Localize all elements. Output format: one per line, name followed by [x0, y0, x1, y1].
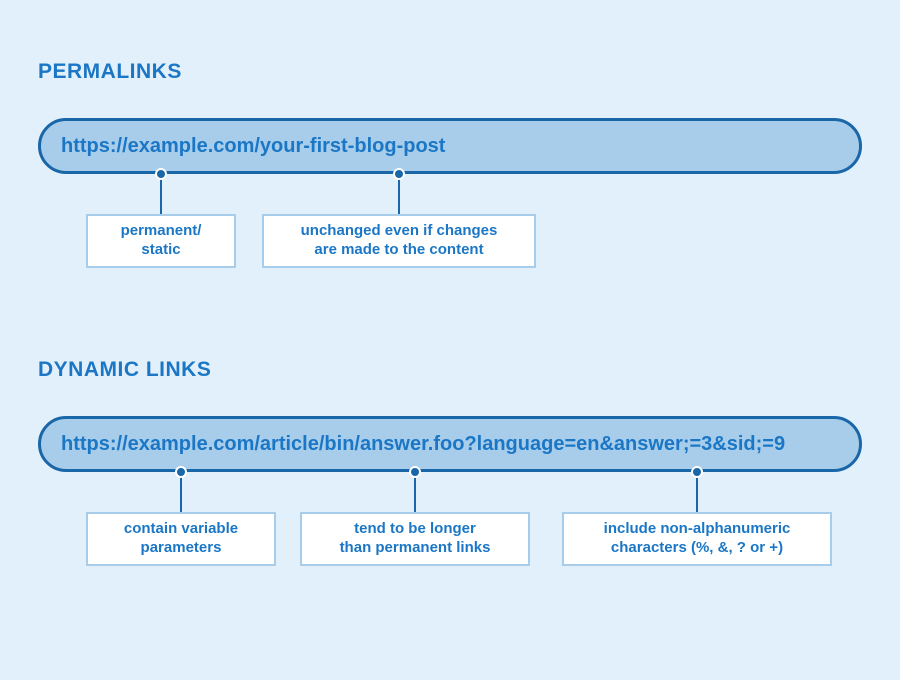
dynamic-heading: DYNAMIC LINKS	[38, 358, 211, 382]
connector-line	[180, 472, 182, 512]
connector-line	[398, 174, 400, 214]
connector-dot	[175, 466, 187, 478]
connector-line	[696, 472, 698, 512]
permalinks-annotation-2: unchanged even if changesare made to the…	[262, 214, 536, 268]
connector-dot	[409, 466, 421, 478]
dynamic-annotation-1: contain variableparameters	[86, 512, 276, 566]
dynamic-url-text: https://example.com/article/bin/answer.f…	[61, 433, 785, 456]
permalinks-url-text: https://example.com/your-first-blog-post	[61, 135, 445, 158]
dynamic-annotation-2: tend to be longerthan permanent links	[300, 512, 530, 566]
connector-line	[160, 174, 162, 214]
connector-line	[414, 472, 416, 512]
permalinks-annotation-1: permanent/static	[86, 214, 236, 268]
connector-dot	[393, 168, 405, 180]
connector-dot	[155, 168, 167, 180]
dynamic-url-pill: https://example.com/article/bin/answer.f…	[38, 416, 862, 472]
permalinks-heading: PERMALINKS	[38, 60, 182, 84]
dynamic-annotation-3: include non-alphanumericcharacters (%, &…	[562, 512, 832, 566]
permalinks-url-pill: https://example.com/your-first-blog-post	[38, 118, 862, 174]
connector-dot	[691, 466, 703, 478]
